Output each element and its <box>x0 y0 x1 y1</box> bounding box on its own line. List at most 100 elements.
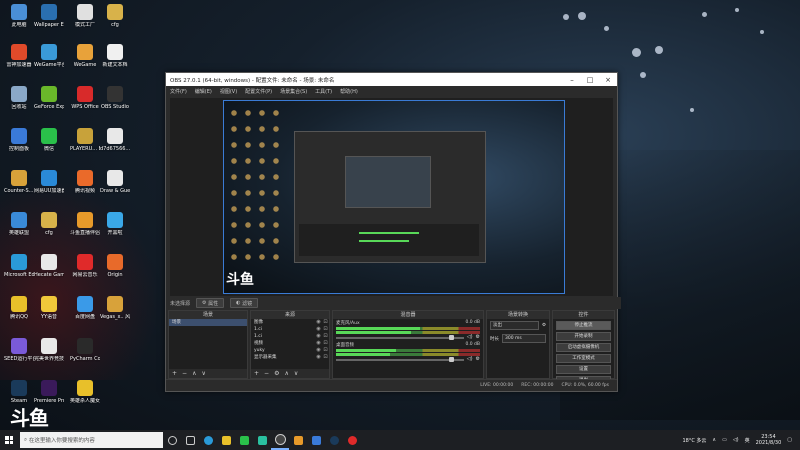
desktop-icon[interactable]: Steam <box>4 380 34 404</box>
eye-icon[interactable]: ◉ <box>315 319 322 326</box>
weather-widget[interactable]: 18°C 多云 <box>682 437 706 444</box>
steam-icon[interactable] <box>325 430 343 450</box>
desktop-icon[interactable]: WeGame平台 <box>34 44 64 68</box>
slider-handle[interactable] <box>448 357 454 362</box>
widgets-icon[interactable] <box>181 430 199 450</box>
menu-item[interactable]: 文件(F) <box>170 88 187 95</box>
desktop-icon[interactable]: PyCharm Communit... <box>70 338 100 362</box>
desktop-icon[interactable]: PLAYERU... BATTLEGR... <box>70 128 100 152</box>
desktop-icon[interactable]: 英雄杀人魔女 <box>70 380 100 404</box>
duration-input[interactable]: 300 ms <box>502 334 546 343</box>
remove-icon[interactable]: − <box>264 370 269 377</box>
menu-item[interactable]: 视图(V) <box>220 88 237 95</box>
move-up-icon[interactable]: ∧ <box>192 370 196 377</box>
maximize-icon[interactable]: □ <box>581 76 599 84</box>
menu-item[interactable]: 配置文件(P) <box>245 88 272 95</box>
taskbar-search-input[interactable]: ⌕ 在这里输入你要搜索的内容 <box>20 432 163 448</box>
desktop-icon[interactable]: 回收站 <box>4 86 34 110</box>
lock-icon[interactable]: ⊡ <box>322 326 329 333</box>
desktop-icon[interactable]: 新建文本档 <box>100 44 130 68</box>
desktop-icon[interactable]: Counter-S... Global Off... <box>4 170 34 194</box>
volume-icon[interactable]: ◁) <box>733 437 739 443</box>
move-down-icon[interactable]: ∨ <box>294 370 298 377</box>
desktop-icon[interactable]: cfg <box>34 212 64 236</box>
edge-icon[interactable] <box>199 430 217 450</box>
lock-icon[interactable]: ⊡ <box>322 319 329 326</box>
network-icon[interactable]: ▭ <box>722 437 727 443</box>
slider-handle[interactable] <box>448 335 454 340</box>
desktop-icon[interactable]: 网易UU加速器 <box>34 170 64 194</box>
notification-icon[interactable]: ▢ <box>787 437 792 443</box>
control-button[interactable]: 工作室模式 <box>556 354 611 363</box>
properties-button[interactable]: ⚙ 属性 <box>196 298 225 308</box>
desktop-icon[interactable]: SEED运行平台 <box>4 338 34 362</box>
menu-item[interactable]: 工具(T) <box>315 88 332 95</box>
desktop-icon[interactable]: cfg <box>100 4 130 28</box>
minimize-icon[interactable]: – <box>563 76 581 84</box>
gear-icon[interactable]: ⚙ <box>476 356 480 362</box>
menu-item[interactable]: 编辑(E) <box>195 88 212 95</box>
desktop-icon[interactable]: d7d67566... <box>100 128 130 152</box>
desktop-icon[interactable]: 完美世界竞技平台 <box>34 338 64 362</box>
gear-icon[interactable]: ⚙ <box>542 323 546 328</box>
source-item[interactable]: 图像 ◉ ⊡ <box>251 319 329 326</box>
volume-icon[interactable]: ◁) <box>467 356 473 362</box>
add-icon[interactable]: + <box>254 370 259 377</box>
desktop-icon[interactable]: OBS Studio <box>100 86 130 110</box>
transition-type-select[interactable]: 淡出 <box>490 321 539 330</box>
eye-icon[interactable]: ◉ <box>315 340 322 347</box>
remove-icon[interactable]: − <box>182 370 187 377</box>
move-down-icon[interactable]: ∨ <box>201 370 205 377</box>
photos-icon[interactable] <box>307 430 325 450</box>
file-explorer-icon[interactable] <box>217 430 235 450</box>
douyu-taskbar-icon[interactable] <box>289 430 307 450</box>
control-button[interactable]: 停止推流 <box>556 321 611 330</box>
source-item[interactable]: 视频 ◉ ⊡ <box>251 340 329 347</box>
netease-music-icon[interactable] <box>343 430 361 450</box>
source-item[interactable]: 1.ci ◉ ⊡ <box>251 326 329 333</box>
eye-icon[interactable]: ◉ <box>315 333 322 340</box>
desktop-icon[interactable]: WPS Office <box>70 86 100 110</box>
lock-icon[interactable]: ⊡ <box>322 340 329 347</box>
desktop-icon[interactable]: Hecate Gami... <box>34 254 64 278</box>
desktop-icon[interactable]: YY语音 <box>34 296 64 320</box>
desktop-icon[interactable]: Vegas_x.. 风起云涌2... <box>100 296 130 320</box>
menu-item[interactable]: 场景集合(S) <box>280 88 307 95</box>
wechat-icon[interactable] <box>235 430 253 450</box>
ime-indicator[interactable]: 英 <box>745 437 750 444</box>
eye-icon[interactable]: ◉ <box>315 354 322 361</box>
add-icon[interactable]: + <box>172 370 177 377</box>
lock-icon[interactable]: ⊡ <box>322 333 329 340</box>
menu-item[interactable]: 帮助(H) <box>340 88 358 95</box>
gear-icon[interactable]: ⚙ <box>476 334 480 340</box>
desktop-icon[interactable]: 模式工厂 <box>70 4 100 28</box>
desktop-icon[interactable]: Origin <box>100 254 130 278</box>
desktop-icon[interactable]: 此电脑 <box>4 4 34 28</box>
desktop-icon[interactable]: 雷神加速器 <box>4 44 34 68</box>
desktop-icon[interactable]: 英雄联盟 <box>4 212 34 236</box>
desktop-icon[interactable]: 网易云音乐 <box>70 254 100 278</box>
move-up-icon[interactable]: ∧ <box>284 370 288 377</box>
control-button[interactable]: 开始录制 <box>556 332 611 341</box>
source-item[interactable]: yuky ◉ ⊡ <box>251 347 329 354</box>
eye-icon[interactable]: ◉ <box>315 326 322 333</box>
start-button[interactable] <box>0 430 18 450</box>
filters-button[interactable]: ◐ 滤镜 <box>230 298 259 308</box>
source-item[interactable]: 1.ci ◉ ⊡ <box>251 333 329 340</box>
control-button[interactable]: 设置 <box>556 365 611 374</box>
control-button[interactable]: 启动虚拟摄像机 <box>556 343 611 352</box>
desktop-icon[interactable]: Microsoft Edge <box>4 254 34 278</box>
volume-slider[interactable] <box>336 335 464 340</box>
gear-icon[interactable]: ⚙ <box>274 370 279 377</box>
desktop-icon[interactable]: WeGame <box>70 44 100 68</box>
obs-taskbar-icon[interactable] <box>271 430 289 450</box>
desktop-icon[interactable]: 控制面板 <box>4 128 34 152</box>
eye-icon[interactable]: ◉ <box>315 347 322 354</box>
desktop-icon[interactable]: 开黑啦 <box>100 212 130 236</box>
obs-title-bar[interactable]: OBS 27.0.1 (64-bit, windows) - 配置文件: 未命名… <box>166 73 617 86</box>
scene-item[interactable]: 场景 <box>169 319 247 326</box>
desktop-icon[interactable]: Draw & Guess <box>100 170 130 194</box>
qq-music-icon[interactable] <box>253 430 271 450</box>
desktop-icon[interactable]: 微信 <box>34 128 64 152</box>
desktop-icon[interactable]: GeForce Experience <box>34 86 64 110</box>
